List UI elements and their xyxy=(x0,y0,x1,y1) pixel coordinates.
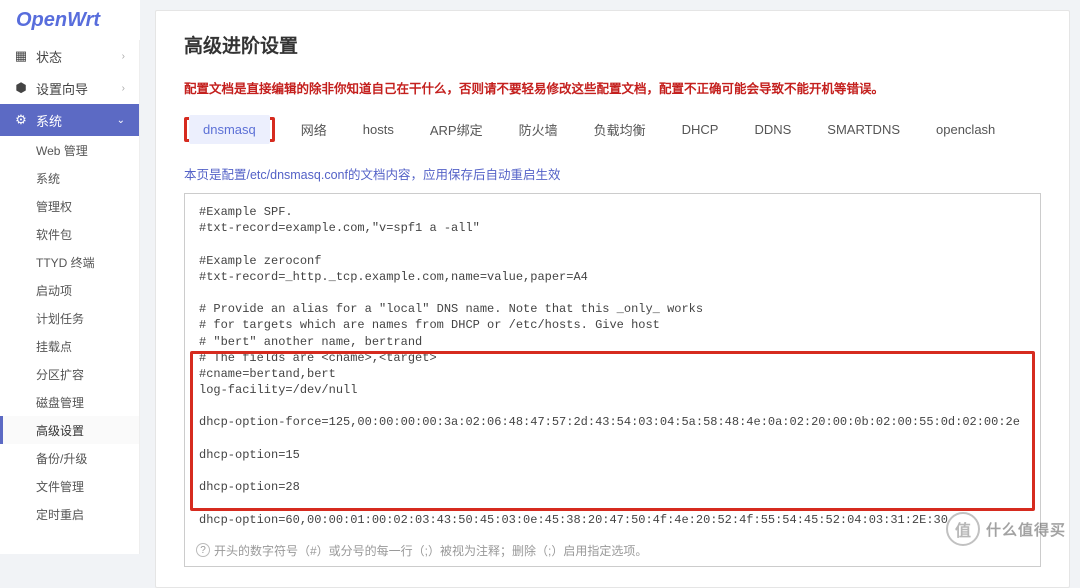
tab-highlight-box: dnsmasq xyxy=(184,117,275,142)
sub-diskman[interactable]: 磁盘管理 xyxy=(0,388,139,416)
chevron-down-icon: ⌄ xyxy=(117,115,125,126)
tab-network[interactable]: 网络 xyxy=(287,113,341,146)
sub-packages[interactable]: 软件包 xyxy=(0,220,139,248)
chevron-right-icon: › xyxy=(122,83,125,94)
cube-icon: ⬢ xyxy=(14,81,28,95)
sub-fileman[interactable]: 文件管理 xyxy=(0,472,139,500)
sub-advanced[interactable]: 高级设置 xyxy=(0,416,139,444)
sub-backup[interactable]: 备份/升级 xyxy=(0,444,139,472)
help-icon: ? xyxy=(196,543,210,557)
config-textarea[interactable]: #Example SPF. #txt-record=example.com,"v… xyxy=(184,193,1041,567)
tab-description: 本页是配置/etc/dnsmasq.conf的文档内容，应用保存后自动重启生效 xyxy=(184,164,1041,183)
nav-status[interactable]: ▦状态 › xyxy=(0,40,139,72)
sub-cron[interactable]: 计划任务 xyxy=(0,304,139,332)
sidebar: ▦状态 › ⬢设置向导 › ⚙系统 ⌄ Web 管理 系统 管理权 软件包 TT… xyxy=(0,40,140,554)
tab-hosts[interactable]: hosts xyxy=(349,115,408,144)
sub-system[interactable]: 系统 xyxy=(0,164,139,192)
gear-icon: ⚙ xyxy=(14,113,28,127)
tab-bar: dnsmasq 网络 hosts ARP绑定 防火墙 负载均衡 DHCP DDN… xyxy=(184,113,1041,146)
tab-loadbal[interactable]: 负载均衡 xyxy=(580,113,660,146)
chevron-right-icon: › xyxy=(122,51,125,62)
sub-admin-priv[interactable]: 管理权 xyxy=(0,192,139,220)
tab-firewall[interactable]: 防火墙 xyxy=(505,113,572,146)
sub-mounts[interactable]: 挂载点 xyxy=(0,332,139,360)
sub-startup[interactable]: 启动项 xyxy=(0,276,139,304)
watermark-badge: 值 xyxy=(946,512,980,546)
brand-header: OpenWrt xyxy=(0,0,140,40)
brand-logo: OpenWrt xyxy=(16,9,100,32)
tab-openclash[interactable]: openclash xyxy=(922,115,1009,144)
tab-arp[interactable]: ARP绑定 xyxy=(416,113,497,146)
tab-dnsmasq[interactable]: dnsmasq xyxy=(189,115,270,144)
grid-icon: ▦ xyxy=(14,49,28,63)
nav-system[interactable]: ⚙系统 ⌄ xyxy=(0,104,139,136)
warning-text: 配置文档是直接编辑的除非你知道自己在干什么，否则请不要轻易修改这些配置文档，配置… xyxy=(184,78,1041,97)
tab-ddns[interactable]: DDNS xyxy=(740,115,805,144)
tab-smartdns[interactable]: SMARTDNS xyxy=(813,115,914,144)
sub-web-admin[interactable]: Web 管理 xyxy=(0,136,139,164)
sub-ttyd[interactable]: TTYD 终端 xyxy=(0,248,139,276)
watermark-text: 什么值得买 xyxy=(986,519,1066,540)
watermark: 值 什么值得买 xyxy=(946,512,1066,546)
config-hint: ? 开头的数字符号（#）或分号的每一行（;）被视为注释；删除（;）启用指定选项。 xyxy=(196,542,647,559)
sub-extra[interactable] xyxy=(0,528,139,554)
main-panel: 高级进阶设置 配置文档是直接编辑的除非你知道自己在干什么，否则请不要轻易修改这些… xyxy=(155,10,1070,588)
sub-reboot[interactable]: 定时重启 xyxy=(0,500,139,528)
nav-wizard[interactable]: ⬢设置向导 › xyxy=(0,72,139,104)
tab-dhcp[interactable]: DHCP xyxy=(668,115,733,144)
page-title: 高级进阶设置 xyxy=(184,31,1041,58)
sub-partition[interactable]: 分区扩容 xyxy=(0,360,139,388)
